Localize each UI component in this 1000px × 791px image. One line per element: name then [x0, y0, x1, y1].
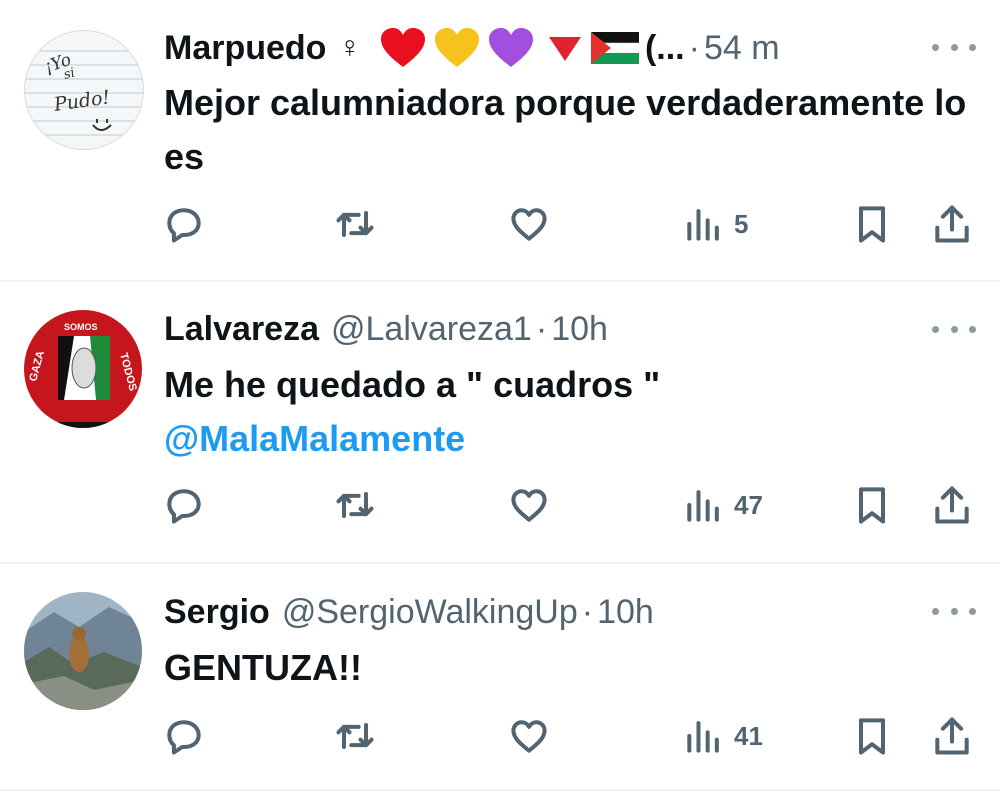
tweet-text: GENTUZA!!	[164, 641, 970, 695]
views-button[interactable]: 41	[682, 711, 763, 761]
reply-icon	[167, 489, 201, 524]
tweet-text: Me he quedado a " cuadros " @MalaMalamen…	[164, 358, 970, 466]
like-button[interactable]	[507, 199, 551, 249]
female-sign-icon: ♀	[338, 31, 361, 64]
like-icon	[511, 720, 547, 753]
avatar-handwriting: si	[62, 66, 76, 83]
tweet[interactable]: Sergio @SergioWalkingUp · 10h GENTUZA!! …	[0, 562, 1000, 791]
tweet-header: Sergio @SergioWalkingUp · 10h	[164, 588, 920, 636]
bookmark-button[interactable]	[850, 199, 894, 249]
tweet-header: Lalvareza @Lalvareza1 · 10h	[164, 305, 920, 353]
retweet-button[interactable]	[333, 711, 377, 761]
like-icon	[511, 489, 547, 522]
yellow-heart-icon	[433, 27, 481, 69]
reply-button[interactable]	[162, 199, 206, 249]
tweet-text: Mejor calumniadora porque verdaderamente…	[164, 76, 970, 184]
action-bar: 41	[0, 711, 1000, 761]
action-bar: 5	[0, 199, 1000, 249]
display-name[interactable]: Sergio	[164, 593, 270, 632]
avatar[interactable]: ¡Yo si Pudo!	[24, 30, 144, 150]
bookmark-icon	[858, 718, 886, 755]
palestine-flag-icon	[590, 32, 640, 64]
avatar[interactable]	[24, 592, 142, 710]
views-button[interactable]: 47	[682, 480, 763, 530]
display-name[interactable]: Lalvareza	[164, 310, 319, 349]
user-handle[interactable]: @SergioWalkingUp	[282, 593, 578, 632]
views-count: 41	[734, 720, 763, 751]
separator-dot: ·	[581, 592, 594, 631]
purple-heart-icon	[487, 27, 535, 69]
retweet-icon	[336, 491, 374, 519]
share-button[interactable]	[930, 480, 974, 530]
separator-dot: ·	[688, 28, 700, 67]
views-button[interactable]: 5	[682, 199, 748, 249]
tweet[interactable]: GAZA SOMOS TODOS Lalvareza @Lalvareza1 ·…	[0, 280, 1000, 564]
bookmark-icon	[858, 487, 886, 524]
display-name[interactable]: Marpuedo	[164, 29, 326, 68]
like-button[interactable]	[507, 480, 551, 530]
share-icon	[935, 205, 969, 243]
retweet-button[interactable]	[333, 199, 377, 249]
avatar[interactable]: GAZA SOMOS TODOS	[24, 310, 142, 428]
share-button[interactable]	[930, 711, 974, 761]
tweet[interactable]: ¡Yo si Pudo! Marpuedo ♀ (... · 54 m Mejo…	[0, 0, 1000, 282]
action-bar: 47	[0, 480, 1000, 530]
share-button[interactable]	[930, 199, 974, 249]
timestamp[interactable]: 54 m	[704, 29, 780, 68]
share-icon	[935, 486, 969, 524]
retweet-icon	[336, 210, 374, 238]
views-count: 47	[734, 489, 763, 520]
avatar-label: SOMOS	[64, 322, 98, 332]
name-emoji-badges: (...	[379, 27, 685, 69]
reply-icon	[167, 208, 201, 243]
retweet-icon	[336, 722, 374, 750]
avatar-handwriting: Pudo!	[52, 86, 112, 116]
red-triangle-icon	[545, 33, 585, 63]
views-icon	[687, 490, 719, 522]
tweet-body: Me he quedado a " cuadros "	[164, 364, 661, 405]
bookmark-button[interactable]	[850, 711, 894, 761]
display-name-truncated: (...	[644, 28, 685, 67]
separator-dot: ·	[535, 309, 548, 348]
tweet-body: GENTUZA!!	[164, 647, 362, 688]
timestamp[interactable]: 10h	[551, 310, 608, 349]
like-icon	[511, 208, 547, 241]
mention-link[interactable]: @MalaMalamente	[164, 412, 970, 466]
share-icon	[935, 717, 969, 755]
retweet-button[interactable]	[333, 480, 377, 530]
tweet-body: Mejor calumniadora porque verdaderamente…	[164, 82, 967, 177]
more-options-icon[interactable]	[932, 314, 976, 344]
timestamp[interactable]: 10h	[597, 593, 654, 632]
red-heart-icon	[379, 27, 427, 69]
views-icon	[687, 721, 719, 753]
bookmark-icon	[858, 206, 886, 243]
reply-button[interactable]	[162, 711, 206, 761]
reply-button[interactable]	[162, 480, 206, 530]
views-icon	[687, 209, 719, 241]
user-handle[interactable]: @Lalvareza1	[331, 310, 532, 349]
more-options-icon[interactable]	[932, 596, 976, 626]
bookmark-button[interactable]	[850, 480, 894, 530]
like-button[interactable]	[507, 711, 551, 761]
tweet-header: Marpuedo ♀ (... · 54 m	[164, 24, 920, 72]
reply-icon	[167, 720, 201, 755]
more-options-icon[interactable]	[932, 32, 976, 62]
views-count: 5	[734, 208, 749, 239]
